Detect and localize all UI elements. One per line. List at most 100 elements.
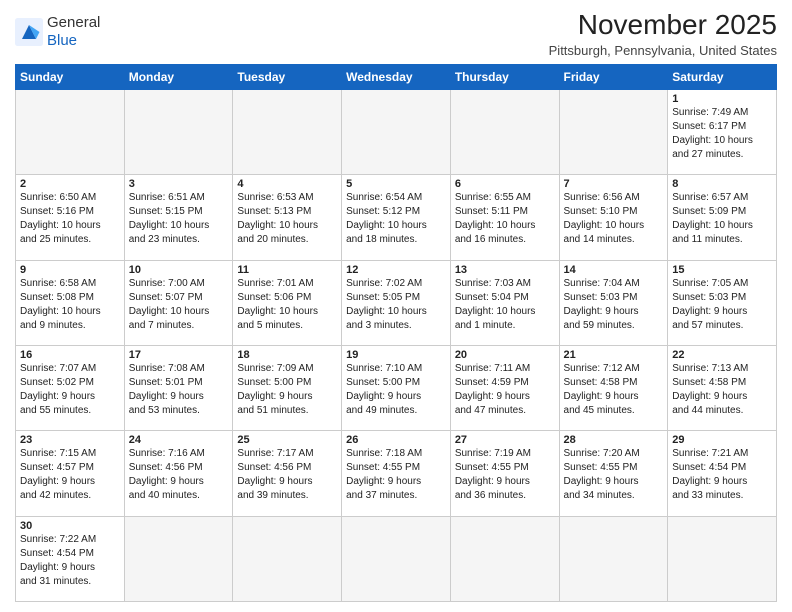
calendar-cell: 17Sunrise: 7:08 AM Sunset: 5:01 PM Dayli… — [124, 345, 233, 430]
calendar-cell: 10Sunrise: 7:00 AM Sunset: 5:07 PM Dayli… — [124, 260, 233, 345]
day-info: Sunrise: 7:00 AM Sunset: 5:07 PM Dayligh… — [129, 277, 229, 333]
calendar-cell — [124, 516, 233, 601]
calendar-cell — [559, 89, 668, 174]
day-number: 29 — [672, 434, 772, 446]
day-info: Sunrise: 7:07 AM Sunset: 5:02 PM Dayligh… — [20, 362, 120, 418]
calendar-cell: 6Sunrise: 6:55 AM Sunset: 5:11 PM Daylig… — [450, 175, 559, 260]
day-info: Sunrise: 7:03 AM Sunset: 5:04 PM Dayligh… — [455, 277, 555, 333]
calendar-cell: 7Sunrise: 6:56 AM Sunset: 5:10 PM Daylig… — [559, 175, 668, 260]
calendar-cell: 15Sunrise: 7:05 AM Sunset: 5:03 PM Dayli… — [668, 260, 777, 345]
calendar-cell: 16Sunrise: 7:07 AM Sunset: 5:02 PM Dayli… — [16, 345, 125, 430]
day-number: 3 — [129, 178, 229, 190]
calendar-cell — [559, 516, 668, 601]
day-info: Sunrise: 7:04 AM Sunset: 5:03 PM Dayligh… — [564, 277, 664, 333]
page: General Blue November 2025 Pittsburgh, P… — [0, 0, 792, 612]
calendar-cell: 23Sunrise: 7:15 AM Sunset: 4:57 PM Dayli… — [16, 431, 125, 516]
day-header-sunday: Sunday — [16, 64, 125, 89]
day-number: 21 — [564, 349, 664, 361]
day-info: Sunrise: 6:55 AM Sunset: 5:11 PM Dayligh… — [455, 191, 555, 247]
day-info: Sunrise: 7:16 AM Sunset: 4:56 PM Dayligh… — [129, 447, 229, 503]
calendar-cell — [668, 516, 777, 601]
calendar-cell — [124, 89, 233, 174]
day-number: 8 — [672, 178, 772, 190]
day-number: 19 — [346, 349, 446, 361]
day-info: Sunrise: 7:13 AM Sunset: 4:58 PM Dayligh… — [672, 362, 772, 418]
calendar-cell: 4Sunrise: 6:53 AM Sunset: 5:13 PM Daylig… — [233, 175, 342, 260]
calendar-cell: 30Sunrise: 7:22 AM Sunset: 4:54 PM Dayli… — [16, 516, 125, 601]
day-number: 4 — [237, 178, 337, 190]
calendar-week-6: 30Sunrise: 7:22 AM Sunset: 4:54 PM Dayli… — [16, 516, 777, 601]
day-number: 11 — [237, 264, 337, 276]
calendar-cell — [342, 516, 451, 601]
day-number: 13 — [455, 264, 555, 276]
day-info: Sunrise: 7:15 AM Sunset: 4:57 PM Dayligh… — [20, 447, 120, 503]
logo: General Blue — [15, 10, 100, 50]
day-info: Sunrise: 7:09 AM Sunset: 5:00 PM Dayligh… — [237, 362, 337, 418]
day-number: 17 — [129, 349, 229, 361]
calendar-cell: 2Sunrise: 6:50 AM Sunset: 5:16 PM Daylig… — [16, 175, 125, 260]
day-info: Sunrise: 6:57 AM Sunset: 5:09 PM Dayligh… — [672, 191, 772, 247]
day-header-thursday: Thursday — [450, 64, 559, 89]
day-info: Sunrise: 7:01 AM Sunset: 5:06 PM Dayligh… — [237, 277, 337, 333]
day-info: Sunrise: 7:02 AM Sunset: 5:05 PM Dayligh… — [346, 277, 446, 333]
generalblue-logo-icon — [15, 18, 43, 46]
calendar-cell — [450, 89, 559, 174]
day-header-friday: Friday — [559, 64, 668, 89]
calendar: SundayMondayTuesdayWednesdayThursdayFrid… — [15, 64, 777, 602]
day-number: 24 — [129, 434, 229, 446]
day-number: 12 — [346, 264, 446, 276]
calendar-week-1: 1Sunrise: 7:49 AM Sunset: 6:17 PM Daylig… — [16, 89, 777, 174]
day-info: Sunrise: 7:22 AM Sunset: 4:54 PM Dayligh… — [20, 533, 120, 589]
calendar-cell: 25Sunrise: 7:17 AM Sunset: 4:56 PM Dayli… — [233, 431, 342, 516]
day-number: 9 — [20, 264, 120, 276]
day-number: 20 — [455, 349, 555, 361]
calendar-cell — [233, 516, 342, 601]
calendar-cell: 14Sunrise: 7:04 AM Sunset: 5:03 PM Dayli… — [559, 260, 668, 345]
day-info: Sunrise: 7:12 AM Sunset: 4:58 PM Dayligh… — [564, 362, 664, 418]
day-info: Sunrise: 7:10 AM Sunset: 5:00 PM Dayligh… — [346, 362, 446, 418]
calendar-week-4: 16Sunrise: 7:07 AM Sunset: 5:02 PM Dayli… — [16, 345, 777, 430]
day-number: 7 — [564, 178, 664, 190]
day-number: 25 — [237, 434, 337, 446]
day-info: Sunrise: 7:17 AM Sunset: 4:56 PM Dayligh… — [237, 447, 337, 503]
calendar-header-row: SundayMondayTuesdayWednesdayThursdayFrid… — [16, 64, 777, 89]
day-number: 23 — [20, 434, 120, 446]
calendar-cell: 22Sunrise: 7:13 AM Sunset: 4:58 PM Dayli… — [668, 345, 777, 430]
calendar-cell: 18Sunrise: 7:09 AM Sunset: 5:00 PM Dayli… — [233, 345, 342, 430]
calendar-cell: 26Sunrise: 7:18 AM Sunset: 4:55 PM Dayli… — [342, 431, 451, 516]
day-number: 16 — [20, 349, 120, 361]
month-title: November 2025 — [549, 10, 777, 41]
day-info: Sunrise: 6:53 AM Sunset: 5:13 PM Dayligh… — [237, 191, 337, 247]
day-info: Sunrise: 6:56 AM Sunset: 5:10 PM Dayligh… — [564, 191, 664, 247]
day-info: Sunrise: 7:20 AM Sunset: 4:55 PM Dayligh… — [564, 447, 664, 503]
day-info: Sunrise: 7:05 AM Sunset: 5:03 PM Dayligh… — [672, 277, 772, 333]
day-number: 5 — [346, 178, 446, 190]
calendar-cell: 3Sunrise: 6:51 AM Sunset: 5:15 PM Daylig… — [124, 175, 233, 260]
day-info: Sunrise: 7:18 AM Sunset: 4:55 PM Dayligh… — [346, 447, 446, 503]
day-number: 26 — [346, 434, 446, 446]
calendar-cell — [16, 89, 125, 174]
day-number: 1 — [672, 93, 772, 105]
header: General Blue November 2025 Pittsburgh, P… — [15, 10, 777, 58]
calendar-cell: 21Sunrise: 7:12 AM Sunset: 4:58 PM Dayli… — [559, 345, 668, 430]
calendar-cell: 27Sunrise: 7:19 AM Sunset: 4:55 PM Dayli… — [450, 431, 559, 516]
day-number: 28 — [564, 434, 664, 446]
title-block: November 2025 Pittsburgh, Pennsylvania, … — [549, 10, 777, 58]
day-number: 15 — [672, 264, 772, 276]
day-info: Sunrise: 7:49 AM Sunset: 6:17 PM Dayligh… — [672, 106, 772, 162]
day-number: 14 — [564, 264, 664, 276]
calendar-cell: 9Sunrise: 6:58 AM Sunset: 5:08 PM Daylig… — [16, 260, 125, 345]
calendar-cell: 19Sunrise: 7:10 AM Sunset: 5:00 PM Dayli… — [342, 345, 451, 430]
location: Pittsburgh, Pennsylvania, United States — [549, 43, 777, 58]
day-number: 27 — [455, 434, 555, 446]
day-info: Sunrise: 7:19 AM Sunset: 4:55 PM Dayligh… — [455, 447, 555, 503]
day-info: Sunrise: 6:50 AM Sunset: 5:16 PM Dayligh… — [20, 191, 120, 247]
calendar-week-5: 23Sunrise: 7:15 AM Sunset: 4:57 PM Dayli… — [16, 431, 777, 516]
day-info: Sunrise: 7:08 AM Sunset: 5:01 PM Dayligh… — [129, 362, 229, 418]
calendar-cell: 28Sunrise: 7:20 AM Sunset: 4:55 PM Dayli… — [559, 431, 668, 516]
calendar-cell — [233, 89, 342, 174]
calendar-cell: 13Sunrise: 7:03 AM Sunset: 5:04 PM Dayli… — [450, 260, 559, 345]
logo-blue: Blue — [47, 32, 100, 50]
day-info: Sunrise: 6:58 AM Sunset: 5:08 PM Dayligh… — [20, 277, 120, 333]
calendar-cell: 11Sunrise: 7:01 AM Sunset: 5:06 PM Dayli… — [233, 260, 342, 345]
